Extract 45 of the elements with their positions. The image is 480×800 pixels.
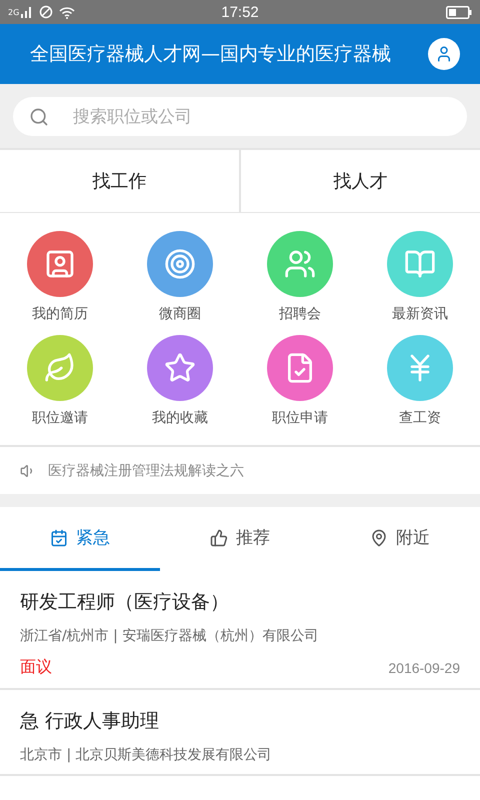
calendar-check-icon bbox=[50, 528, 68, 546]
notice-text[interactable]: 医疗器械注册管理法规解读之六 bbox=[48, 462, 244, 480]
portrait-icon bbox=[44, 248, 76, 280]
app-title: 全国医疗器械人才网—国内专业的医疗器械 bbox=[30, 42, 391, 67]
wifi-icon bbox=[59, 6, 76, 18]
shortcut-label: 微商圈 bbox=[159, 305, 201, 323]
blocked-icon bbox=[39, 5, 54, 19]
people-icon bbox=[284, 248, 316, 280]
shortcut-item[interactable]: 最新资讯 bbox=[360, 231, 480, 323]
star-icon bbox=[164, 352, 196, 384]
shortcut-label: 最新资讯 bbox=[392, 305, 448, 323]
job-card[interactable]: 研发工程师（医疗设备） 浙江省/杭州市 | 安瑞医疗器械（杭州）有限公司 面议 2016-09-29 bbox=[0, 571, 480, 690]
shortcut-item[interactable]: 微商圈 bbox=[120, 231, 240, 323]
shortcut-label: 我的收藏 bbox=[152, 409, 208, 427]
signal-icon bbox=[21, 6, 34, 18]
shortcut-item[interactable]: 我的简历 bbox=[0, 231, 120, 323]
shortcut-item[interactable]: 职位邀请 bbox=[0, 335, 120, 427]
user-icon bbox=[435, 45, 453, 63]
job-card[interactable]: 急 行政人事助理 北京市 | 北京贝斯美德科技发展有限公司 bbox=[0, 690, 480, 776]
map-pin-icon bbox=[370, 528, 388, 546]
battery-icon bbox=[446, 6, 472, 18]
shortcut-label: 我的简历 bbox=[32, 305, 88, 323]
search-bar[interactable]: 搜索职位或公司 bbox=[13, 97, 467, 136]
shortcut-item[interactable]: 查工资 bbox=[360, 335, 480, 427]
network-label: 2G bbox=[8, 8, 20, 16]
job-date: 2016-09-29 bbox=[388, 660, 460, 676]
job-location: 北京市 | 北京贝斯美德科技发展有限公司 bbox=[20, 746, 273, 764]
shortcut-item[interactable]: 职位申请 bbox=[240, 335, 360, 427]
shortcut-item[interactable]: 我的收藏 bbox=[120, 335, 240, 427]
profile-button[interactable] bbox=[428, 38, 460, 70]
shortcut-label: 职位申请 bbox=[272, 409, 328, 427]
shortcut-label: 职位邀请 bbox=[32, 409, 88, 427]
job-salary: 面议 bbox=[20, 657, 52, 678]
status-time: 17:52 bbox=[221, 4, 259, 20]
leaf-icon bbox=[44, 352, 76, 384]
shortcut-label: 招聘会 bbox=[279, 305, 321, 323]
job-title: 急 行政人事助理 bbox=[20, 709, 160, 734]
shortcut-label: 查工资 bbox=[399, 409, 441, 427]
target-icon bbox=[164, 248, 196, 280]
book-icon bbox=[404, 248, 436, 280]
job-location: 浙江省/杭州市 | 安瑞医疗器械（杭州）有限公司 bbox=[20, 627, 320, 645]
shortcut-item[interactable]: 招聘会 bbox=[240, 231, 360, 323]
job-title: 研发工程师（医疗设备） bbox=[20, 590, 230, 615]
search-icon bbox=[29, 106, 49, 126]
thumbs-up-icon bbox=[210, 528, 228, 546]
